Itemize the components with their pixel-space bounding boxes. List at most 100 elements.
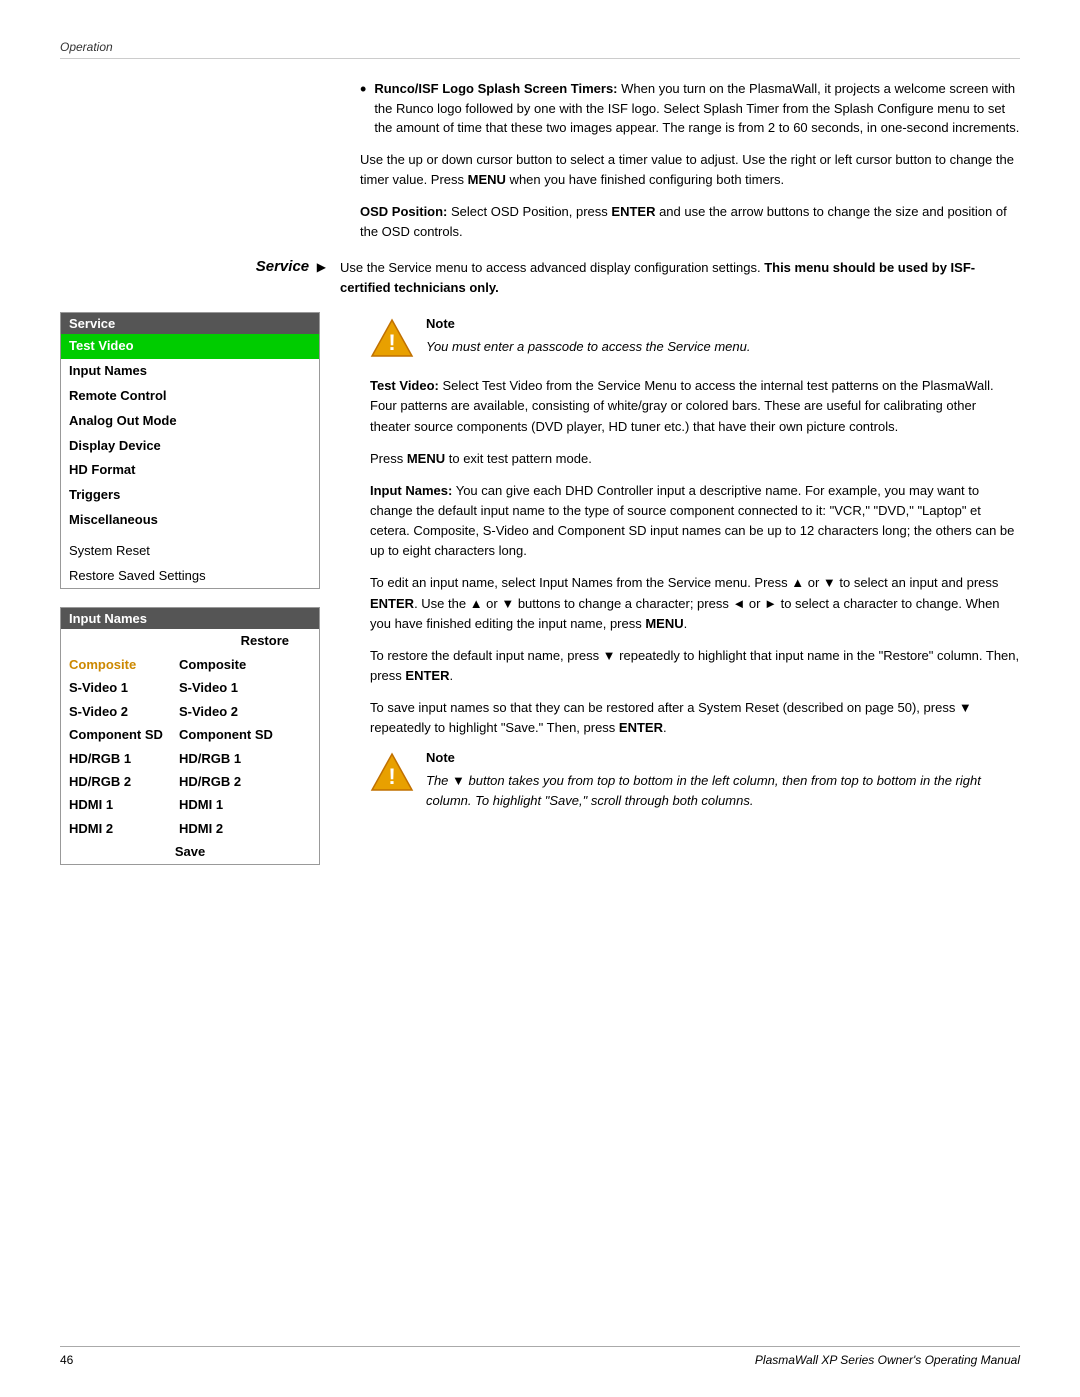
svideo2-col2: S-Video 2: [179, 701, 311, 722]
service-arrow: ▶: [317, 260, 326, 274]
menu-item-hd-format: HD Format: [61, 458, 319, 483]
service-label-cell: Service ▶: [60, 258, 340, 275]
save-end: .: [663, 720, 667, 735]
hdmi1-col1: HDMI 1: [69, 794, 179, 815]
compsd-col1: Component SD: [69, 724, 179, 745]
input-names-row-composite: Composite Composite: [61, 653, 319, 676]
menu-item-input-names: Input Names: [61, 359, 319, 384]
hdrgb1-col2: HD/RGB 1: [179, 748, 311, 769]
hdrgb2-col2: HD/RGB 2: [179, 771, 311, 792]
footer-page: 46: [60, 1353, 73, 1367]
note1-icon: !: [370, 316, 414, 360]
menu-item-display-device: Display Device: [61, 434, 319, 459]
service-menu-box: Service Test Video Input Names Remote Co…: [60, 312, 320, 589]
svideo1-col2: S-Video 1: [179, 677, 311, 698]
edit-bold2: MENU: [645, 616, 683, 631]
note2-icon: !: [370, 750, 414, 794]
right-col: ! Note You must enter a passcode to acce…: [370, 312, 1020, 864]
input-names-row-svideo2: S-Video 2 S-Video 2: [61, 700, 319, 723]
service-intro-para: Use the Service menu to access advanced …: [340, 258, 1020, 298]
input-names-row-svideo1: S-Video 1 S-Video 1: [61, 676, 319, 699]
composite-col1: Composite: [69, 654, 179, 675]
restore-header-label: Restore: [241, 630, 289, 651]
note1-text: You must enter a passcode to access the …: [426, 333, 750, 357]
restore-text: To restore the default input name, press…: [370, 648, 1019, 683]
restore-para: To restore the default input name, press…: [370, 646, 1020, 686]
hdrgb2-col1: HD/RGB 2: [69, 771, 179, 792]
save-label: Save: [175, 841, 205, 862]
edit-bold1: ENTER: [370, 596, 414, 611]
para1-bold: MENU: [468, 172, 506, 187]
top-rule: [60, 58, 1020, 59]
page: Operation • Runco/ISF Logo Splash Screen…: [0, 0, 1080, 1397]
input-names-text: You can give each DHD Controller input a…: [370, 483, 1014, 558]
press-menu-para: Press MENU to exit test pattern mode.: [370, 449, 1020, 469]
menu-item-triggers: Triggers: [61, 483, 319, 508]
test-video-para: Test Video: Select Test Video from the S…: [370, 376, 1020, 436]
note1-content: Note You must enter a passcode to access…: [426, 316, 750, 357]
save-text: To save input names so that they can be …: [370, 700, 972, 735]
service-intro-text: Use the Service menu to access advanced …: [340, 258, 1020, 298]
note2-title: Note: [426, 750, 1020, 765]
save-bold: ENTER: [619, 720, 663, 735]
input-names-row-hdrgb1: HD/RGB 1 HD/RGB 1: [61, 747, 319, 770]
menu-item-restore-saved: Restore Saved Settings: [61, 564, 319, 589]
service-intro-row: Service ▶ Use the Service menu to access…: [60, 258, 1020, 298]
input-names-box: Input Names Restore Composite Composite …: [60, 607, 320, 864]
hdrgb1-col1: HD/RGB 1: [69, 748, 179, 769]
menu-item-remote-control: Remote Control: [61, 384, 319, 409]
edit-input-text1: To edit an input name, select Input Name…: [370, 575, 998, 590]
bullet-splash-title: Runco/ISF Logo Splash Screen Timers:: [374, 81, 617, 96]
input-names-row-save: Save: [61, 840, 319, 863]
test-video-text: Select Test Video from the Service Menu …: [370, 378, 994, 433]
para1-end: when you have finished configuring both …: [506, 172, 784, 187]
press-menu-end: to exit test pattern mode.: [445, 451, 592, 466]
menu-item-misc: Miscellaneous: [61, 508, 319, 533]
footer-title: PlasmaWall XP Series Owner's Operating M…: [755, 1353, 1020, 1367]
note2-content: Note The ▼ button takes you from top to …: [426, 750, 1020, 810]
compsd-col2: Component SD: [179, 724, 311, 745]
service-label: Service: [256, 258, 309, 275]
operation-label: Operation: [60, 40, 1020, 54]
input-names-title: Input Names: [61, 608, 319, 629]
input-names-para: Input Names: You can give each DHD Contr…: [370, 481, 1020, 562]
restore-bold: ENTER: [405, 668, 449, 683]
bullet-splash-text: Runco/ISF Logo Splash Screen Timers: Whe…: [374, 79, 1020, 138]
warning-triangle-icon-2: !: [370, 750, 414, 794]
menu-item-test-video: Test Video: [61, 334, 319, 359]
test-video-label: Test Video:: [370, 378, 439, 393]
svideo2-col1: S-Video 2: [69, 701, 179, 722]
service-menu-title: Service: [61, 313, 319, 334]
input-names-row-hdmi2: HDMI 2 HDMI 2: [61, 817, 319, 840]
warning-triangle-icon: !: [370, 316, 414, 360]
edit-end: .: [684, 616, 688, 631]
hdmi1-col2: HDMI 1: [179, 794, 311, 815]
input-names-row-compsd: Component SD Component SD: [61, 723, 319, 746]
composite-col2: Composite: [179, 654, 311, 675]
osd-text: Select OSD Position, press: [447, 204, 611, 219]
press-menu-text: Press: [370, 451, 407, 466]
svg-text:!: !: [388, 330, 395, 355]
svg-text:!: !: [388, 764, 395, 789]
service-intro-text: Use the Service menu to access advanced …: [340, 260, 764, 275]
press-menu-bold: MENU: [407, 451, 445, 466]
osd-enter: ENTER: [611, 204, 655, 219]
hdmi2-col2: HDMI 2: [179, 818, 311, 839]
cursor-para: Use the up or down cursor button to sele…: [360, 150, 1020, 190]
svideo1-col1: S-Video 1: [69, 677, 179, 698]
menu-item-analog-out: Analog Out Mode: [61, 409, 319, 434]
main-content: Service Test Video Input Names Remote Co…: [60, 312, 1020, 864]
note2-box: ! Note The ▼ button takes you from top t…: [370, 750, 1020, 810]
bullet-dot: •: [360, 79, 366, 138]
menu-item-system-reset: System Reset: [61, 539, 319, 564]
input-names-row-hdmi1: HDMI 1 HDMI 1: [61, 793, 319, 816]
restore-end: .: [449, 668, 453, 683]
footer: 46 PlasmaWall XP Series Owner's Operatin…: [60, 1346, 1020, 1367]
edit-input-para: To edit an input name, select Input Name…: [370, 573, 1020, 633]
note1-box: ! Note You must enter a passcode to acce…: [370, 316, 1020, 360]
input-names-label: Input Names:: [370, 483, 452, 498]
note2-text: The ▼ button takes you from top to botto…: [426, 767, 1020, 810]
hdmi2-col1: HDMI 2: [69, 818, 179, 839]
save-para: To save input names so that they can be …: [370, 698, 1020, 738]
osd-label: OSD Position:: [360, 204, 447, 219]
